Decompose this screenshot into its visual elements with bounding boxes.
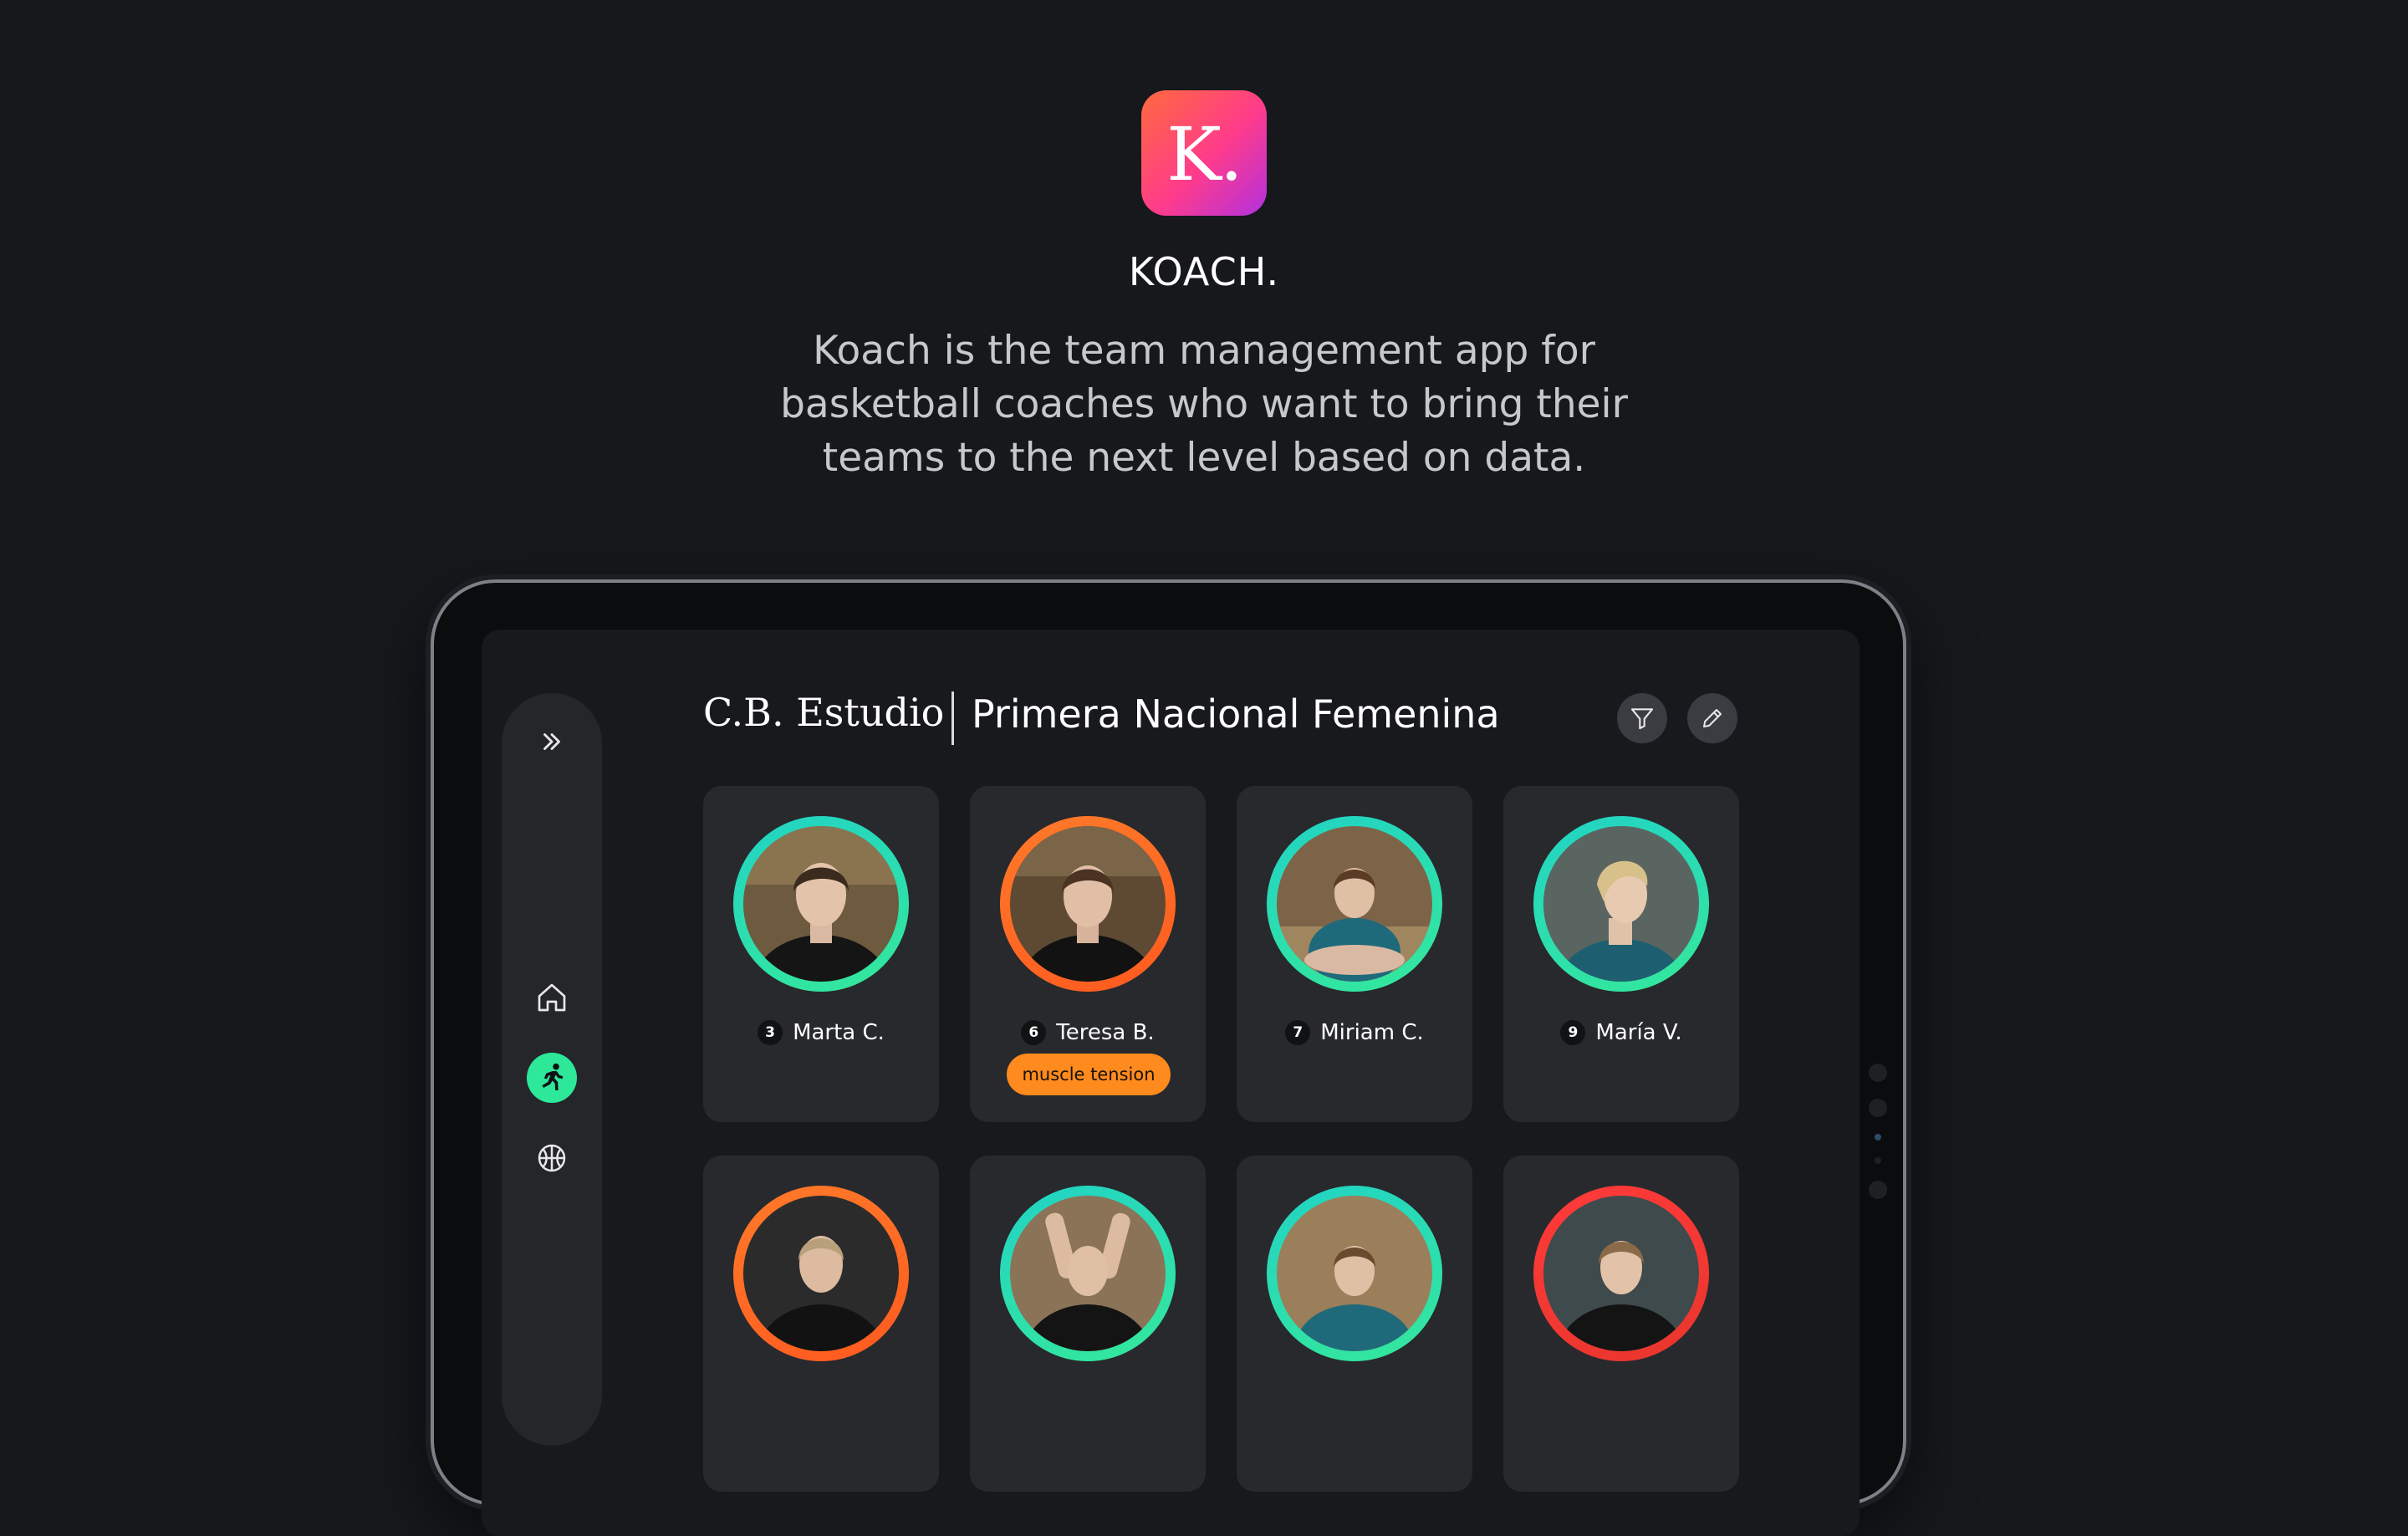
side-dot [1869, 1181, 1887, 1199]
filter-button[interactable] [1617, 693, 1667, 743]
tagline-line: basketball coaches who want to bring the… [780, 381, 1628, 427]
sidebar-item-players[interactable] [527, 1053, 577, 1103]
tablet-frame: C.B. Estudio Primera Nacional Femenina 3… [431, 579, 1906, 1536]
running-player-icon [542, 1063, 564, 1090]
player-name-row: 3 Marta C. [703, 1020, 939, 1045]
player-name-row: 7 Miriam C. [1237, 1020, 1472, 1045]
player-photo [1277, 826, 1432, 982]
player-card[interactable]: 9 María V. [1503, 786, 1739, 1122]
sidebar-item-home[interactable] [527, 972, 577, 1023]
player-card[interactable]: 6 Teresa B. muscle tension [970, 786, 1206, 1122]
tagline: Koach is the team management app for bas… [744, 324, 1664, 485]
device-side-buttons [1869, 1064, 1889, 1216]
player-name: Marta C. [793, 1020, 885, 1045]
player-card[interactable] [1237, 1156, 1472, 1492]
player-card[interactable]: 3 Marta C. [703, 786, 939, 1122]
player-photo [1010, 826, 1166, 982]
player-number: 6 [1021, 1020, 1047, 1045]
player-photo [1543, 826, 1699, 982]
player-card[interactable] [970, 1156, 1206, 1492]
player-name: Miriam C. [1320, 1020, 1424, 1045]
tagline-line: Koach is the team management app for [813, 328, 1595, 374]
chevrons-right-icon [543, 733, 560, 750]
player-status-ring [1267, 816, 1442, 992]
sidebar [502, 693, 602, 1446]
player-card[interactable] [1503, 1156, 1739, 1492]
player-status-ring [1533, 816, 1709, 992]
league-title: Primera Nacional Femenina [972, 691, 1500, 737]
side-dot [1875, 1157, 1881, 1164]
tagline-line: teams to the next level based on data. [822, 435, 1586, 481]
brand-name: KOACH. [1128, 249, 1280, 294]
player-card[interactable]: 7 Miriam C. [1237, 786, 1472, 1122]
player-photo [1010, 1196, 1166, 1351]
club-title: C.B. Estudio [703, 690, 945, 735]
injury-tag: muscle tension [1007, 1054, 1171, 1095]
player-number: 9 [1560, 1020, 1586, 1045]
side-dot [1875, 1134, 1881, 1141]
app-logo: K. [1141, 90, 1267, 216]
player-photo [743, 826, 899, 982]
side-dot [1869, 1099, 1887, 1117]
player-name: María V. [1595, 1020, 1682, 1045]
player-status-ring [733, 816, 909, 992]
active-indicator [527, 1053, 577, 1103]
edit-pencil-icon [1703, 709, 1722, 727]
side-dot [1869, 1064, 1887, 1082]
player-number: 3 [758, 1020, 783, 1045]
player-status-ring [733, 1186, 909, 1361]
app-screen: C.B. Estudio Primera Nacional Femenina 3… [482, 630, 1860, 1536]
home-icon [538, 983, 566, 1012]
basketball-icon [538, 1144, 566, 1172]
player-photo [1277, 1196, 1432, 1351]
player-photo [743, 1196, 899, 1351]
sidebar-expand-button[interactable] [527, 717, 577, 767]
title-divider [951, 691, 954, 745]
player-number: 7 [1285, 1020, 1311, 1045]
player-status-ring [1000, 1186, 1176, 1361]
player-status-ring [1267, 1186, 1442, 1361]
player-name-row: 9 María V. [1503, 1020, 1739, 1045]
logo-letter: K. [1166, 111, 1243, 197]
filter-icon [1630, 708, 1654, 730]
player-card[interactable] [703, 1156, 939, 1492]
player-status-ring [1000, 816, 1176, 992]
player-name-row: 6 Teresa B. [970, 1020, 1206, 1045]
player-photo [1543, 1196, 1699, 1351]
sidebar-item-games[interactable] [527, 1133, 577, 1183]
player-name: Teresa B. [1056, 1020, 1155, 1045]
player-status-ring [1533, 1186, 1709, 1361]
edit-button[interactable] [1687, 693, 1737, 743]
